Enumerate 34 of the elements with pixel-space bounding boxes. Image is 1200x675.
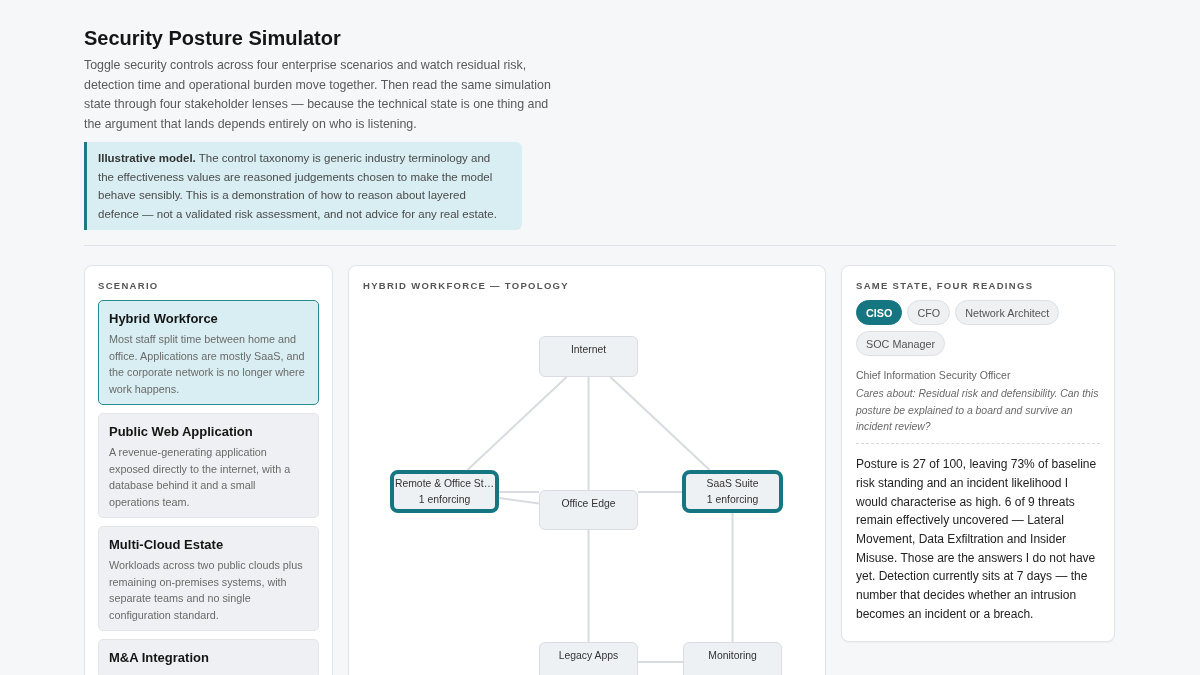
scenario-option[interactable]: Hybrid Workforce Most staff split time between home and office. Applications are mostly SaaS, and the corporate network is no longer where work happens. <box>98 300 319 405</box>
reading-text: Posture is 27 of 100, leaving 73% of baseline risk standing and an incident likelihood I would characterise as high. 6 of 9 threats remain effectively uncovered — Lateral Movement, Data Exfiltration and Insider Misuse. Those are the answers I do not have yet. Detection currently sits at 7 days — the number that decides whether an intrusion becomes an incident or a breach. <box>856 456 1098 623</box>
lens-tab[interactable]: CFO <box>907 300 951 325</box>
scenario-description: Workloads across two public clouds plus remaining on-premises systems, with separate teams and no single configuration standard. <box>109 558 304 623</box>
scenario-option[interactable]: Multi-Cloud Estate Workloads across two public clouds plus remaining on-premises systems, with separate teams and no single configuration standard. <box>98 526 319 631</box>
node-label: Legacy Apps <box>558 649 619 663</box>
scenario-description: Most staff split time between home and office. Applications are mostly SaaS, and the corporate network is no longer where work happens. <box>109 332 306 397</box>
section-heading: HYBRID WORKFORCE — TOPOLOGY <box>363 280 569 292</box>
scenario-title: M&A Integration <box>109 649 210 666</box>
connector-line <box>498 491 540 493</box>
section-heading: SCENARIO <box>98 280 159 292</box>
lens-tab[interactable]: Network Architect <box>955 300 1060 325</box>
scenario-title: Public Web Application <box>109 423 254 440</box>
scenario-description: A revenue-generating application exposed directly to the internet, with a database behind it and a small operations team. <box>109 445 292 510</box>
intro-text: Toggle security controls across four enterprise scenarios and watch residual risk, detection time and operational burden move together. Then read the same simulation state through four stakeholder lenses — because the technical state is one thing and the argument that lands depends entirely on who is listening. <box>84 57 552 133</box>
connector-line <box>637 491 683 493</box>
lens-tab[interactable]: SOC Manager <box>856 331 945 356</box>
scenario-title: Hybrid Workforce <box>109 310 219 327</box>
scenario-title: Multi-Cloud Estate <box>109 536 225 553</box>
section-heading: SAME STATE, FOUR READINGS <box>856 280 1034 292</box>
node-status: 1 enforcing <box>418 493 471 507</box>
scenario-option[interactable]: M&A Integration <box>98 639 319 675</box>
node-label: Remote & Office St… <box>394 477 495 491</box>
page-title: Security Posture Simulator <box>84 26 341 51</box>
role-title: Chief Information Security Officer <box>856 368 1011 383</box>
illustrative-note: Illustrative model. The control taxonomy is generic industry terminology and the effectiveness values are reasoned judgements chosen to make the model behave sensibly. This is a demonstration of how to reason about layered defence — not a validated risk assessment, and not advice for any real estate. <box>84 142 522 230</box>
node-label: SaaS Suite <box>706 477 759 491</box>
lens-tab[interactable]: CISO <box>856 300 903 325</box>
node-label: Internet <box>570 343 607 357</box>
cares-about-text: Cares about: Residual risk and defensibility. Can this posture be explained to a board and survive an incident review? <box>856 387 1100 435</box>
scenario-option[interactable]: Public Web Application A revenue-generating application exposed directly to the internet, with a database behind it and a small operations team. <box>98 413 319 518</box>
node-label: Office Edge <box>561 497 616 511</box>
node-label: Monitoring <box>708 649 757 663</box>
node-status: 1 enforcing <box>706 493 759 507</box>
